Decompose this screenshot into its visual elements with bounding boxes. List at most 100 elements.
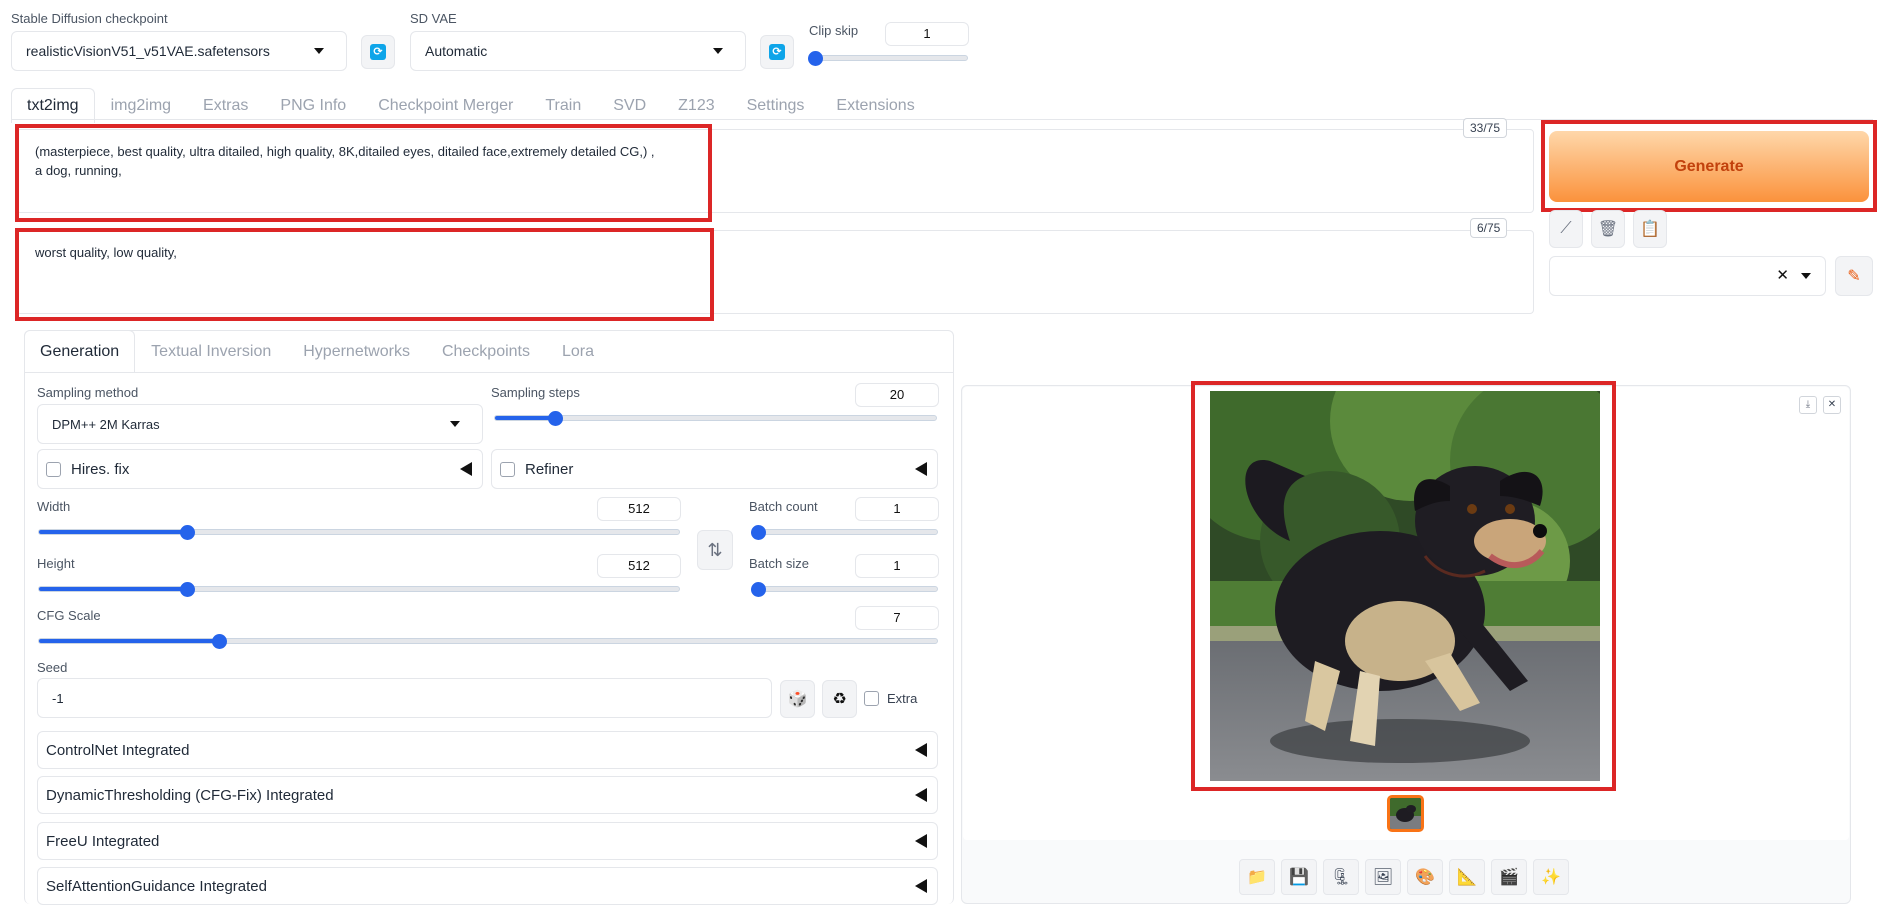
slider-knob[interactable] — [808, 51, 823, 66]
apply-style-button[interactable]: 📋 — [1633, 210, 1667, 248]
extra-seed-option[interactable]: Extra — [864, 691, 917, 706]
refiner-accordion[interactable]: Refiner — [491, 449, 938, 489]
width-slider[interactable] — [38, 525, 680, 540]
hires-fix-accordion[interactable]: Hires. fix — [37, 449, 483, 489]
send-to-inpaint-icon: 🎨 — [1415, 869, 1435, 886]
slider-knob[interactable] — [751, 525, 766, 540]
sparkle-icon: ✨ — [1541, 869, 1561, 886]
slider-fill — [39, 639, 219, 643]
hires-fix-checkbox[interactable] — [46, 461, 61, 477]
chevron-down-icon — [314, 48, 324, 54]
height-slider[interactable] — [38, 582, 680, 597]
cfg-scale-input[interactable]: 7 — [855, 606, 939, 630]
batch-size-input[interactable]: 1 — [855, 554, 939, 578]
sub-tabs-divider — [24, 372, 954, 373]
tab-png-info[interactable]: PNG Info — [264, 88, 362, 123]
tab-checkpoint-merger[interactable]: Checkpoint Merger — [362, 88, 529, 123]
batch-size-label: Batch size — [749, 556, 809, 571]
tab-img2img[interactable]: img2img — [95, 88, 187, 123]
clipboard-icon: 📋 — [1640, 221, 1660, 238]
refresh-vae-button[interactable]: ⟳ — [760, 35, 794, 69]
generate-button[interactable]: Generate — [1549, 131, 1869, 202]
tab-extensions[interactable]: Extensions — [820, 88, 930, 123]
accordion-label: FreeU Integrated — [46, 832, 160, 850]
vae-select[interactable]: Automatic — [410, 31, 746, 71]
sampling-steps-label: Sampling steps — [491, 385, 580, 400]
accordion-self-attention-guidance[interactable]: SelfAttentionGuidance Integrated — [37, 867, 938, 905]
send-to-svd-button[interactable]: 🎬 — [1491, 859, 1527, 895]
send-to-extras-button[interactable]: 📐 — [1449, 859, 1485, 895]
dice-icon: 🎲 — [787, 691, 808, 708]
refiner-checkbox[interactable] — [500, 461, 515, 477]
seed-input[interactable]: -1 — [37, 678, 772, 718]
tab-extras[interactable]: Extras — [187, 88, 264, 123]
tab-textual-inversion[interactable]: Textual Inversion — [135, 330, 287, 373]
batch-size-slider[interactable] — [751, 582, 938, 597]
recycle-icon: ♻ — [832, 691, 847, 708]
chevron-down-icon — [713, 48, 723, 54]
accordion-freeu[interactable]: FreeU Integrated — [37, 822, 938, 860]
checkpoint-select[interactable]: realisticVisionV51_v51VAE.safetensors — [11, 31, 347, 71]
send-to-img2img-button[interactable]: 🖼 — [1365, 859, 1401, 895]
collapse-arrow-icon — [915, 879, 927, 893]
sparkle-button[interactable]: ✨ — [1533, 859, 1569, 895]
tab-checkpoints[interactable]: Checkpoints — [426, 330, 546, 373]
extra-label: Extra — [887, 691, 918, 706]
tab-hypernetworks[interactable]: Hypernetworks — [287, 330, 426, 373]
clear-x-icon[interactable]: ✕ — [1776, 266, 1789, 284]
tab-svd[interactable]: SVD — [597, 88, 662, 123]
tab-generation[interactable]: Generation — [24, 330, 136, 373]
clip-skip-input[interactable]: 1 — [885, 22, 969, 46]
batch-count-input[interactable]: 1 — [855, 497, 939, 521]
reuse-seed-button[interactable]: ♻ — [822, 680, 857, 718]
close-icon[interactable]: ✕ — [1823, 396, 1841, 414]
hires-fix-label: Hires. fix — [71, 460, 130, 478]
accordion-dynamic-thresholding[interactable]: DynamicThresholding (CFG-Fix) Integrated — [37, 776, 938, 814]
height-label: Height — [37, 556, 75, 571]
tab-z123[interactable]: Z123 — [662, 88, 730, 123]
collapse-arrow-icon — [915, 462, 927, 476]
vae-label: SD VAE — [410, 11, 457, 26]
tab-txt2img[interactable]: txt2img — [11, 88, 95, 123]
tab-settings[interactable]: Settings — [731, 88, 821, 123]
slider-knob[interactable] — [211, 634, 227, 649]
batch-count-slider[interactable] — [751, 525, 938, 540]
edit-styles-button[interactable]: ✎ — [1835, 256, 1873, 296]
sampling-steps-slider[interactable] — [494, 411, 937, 426]
width-input[interactable]: 512 — [597, 497, 681, 521]
sampling-method-select[interactable]: DPM++ 2M Karras — [37, 404, 483, 444]
slider-knob[interactable] — [547, 411, 563, 426]
clip-skip-slider[interactable] — [808, 51, 968, 66]
negative-prompt-token-counter: 6/75 — [1470, 218, 1508, 238]
read-params-button[interactable]: ⟋ — [1549, 210, 1583, 248]
prompt-highlight — [15, 124, 712, 222]
slider-knob[interactable] — [179, 582, 195, 597]
pencil-icon: ✎ — [1847, 268, 1861, 285]
cfg-scale-slider[interactable] — [38, 634, 938, 649]
clear-prompt-button[interactable]: 🗑 — [1591, 210, 1625, 248]
batch-count-label: Batch count — [749, 499, 818, 514]
slider-fill — [39, 587, 187, 591]
send-to-inpaint-button[interactable]: 🎨 — [1407, 859, 1443, 895]
slider-knob[interactable] — [179, 525, 195, 540]
tab-train[interactable]: Train — [529, 88, 597, 123]
sampling-steps-input[interactable]: 20 — [855, 383, 939, 407]
download-icon[interactable]: ⤓ — [1799, 396, 1817, 414]
tab-lora[interactable]: Lora — [546, 330, 610, 373]
send-to-svd-icon: 🎬 — [1499, 869, 1519, 886]
accordion-controlnet[interactable]: ControlNet Integrated — [37, 731, 938, 769]
random-seed-button[interactable]: 🎲 — [780, 680, 815, 718]
sub-tabs: Generation Textual Inversion Hypernetwor… — [24, 330, 610, 373]
save-button[interactable]: 💾 — [1281, 859, 1317, 895]
checkpoint-value: realisticVisionV51_v51VAE.safetensors — [26, 43, 270, 59]
zip-button[interactable]: 🗜 — [1323, 859, 1359, 895]
extra-checkbox[interactable] — [864, 691, 879, 706]
refresh-checkpoint-button[interactable]: ⟳ — [361, 35, 395, 69]
styles-dropdown[interactable]: ✕ — [1549, 256, 1826, 296]
slider-knob[interactable] — [751, 582, 766, 597]
gallery-thumbnail[interactable] — [1387, 795, 1424, 832]
height-input[interactable]: 512 — [597, 554, 681, 578]
save-icon: 💾 — [1289, 869, 1309, 886]
swap-dimensions-button[interactable]: ⇅ — [697, 530, 733, 570]
folder-button[interactable]: 📁 — [1239, 859, 1275, 895]
